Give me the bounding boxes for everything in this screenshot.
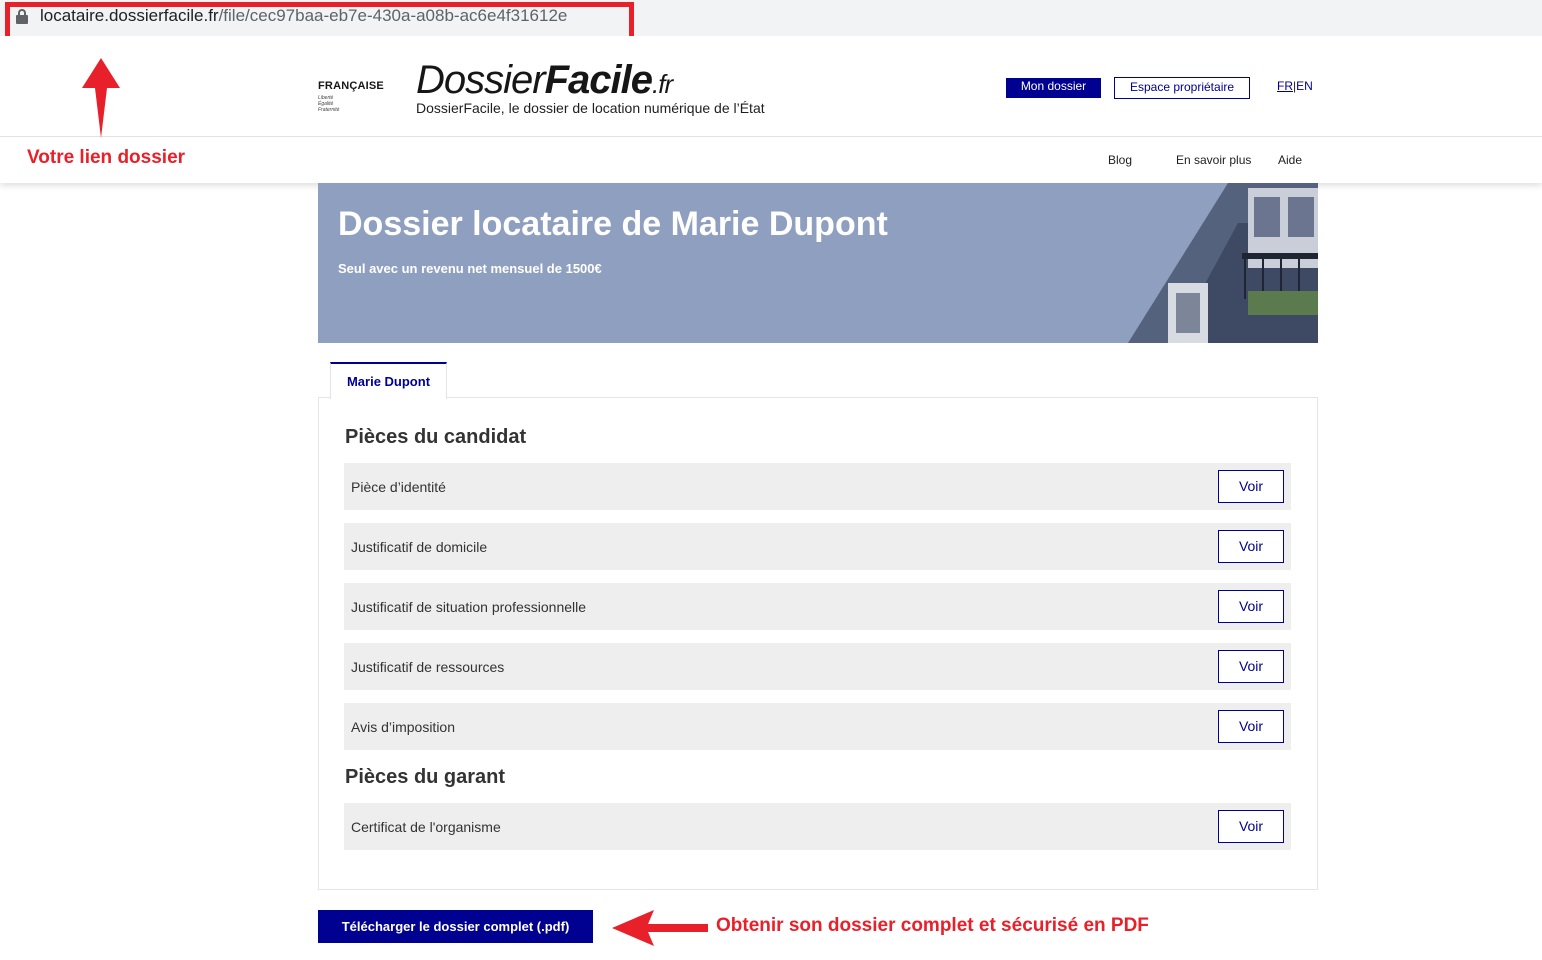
document-label: Justificatif de domicile bbox=[351, 539, 488, 555]
tab-marie-dupont[interactable]: Marie Dupont bbox=[330, 362, 447, 399]
document-row: Justificatif de situation professionnell… bbox=[344, 583, 1291, 630]
nav-aide[interactable]: Aide bbox=[1278, 153, 1302, 167]
voir-button[interactable]: Voir bbox=[1218, 530, 1284, 563]
annotation-arrow-up-icon bbox=[82, 58, 120, 138]
url-host: locataire.dossierfacile.fr bbox=[40, 6, 219, 25]
espace-proprietaire-button[interactable]: Espace propriétaire bbox=[1114, 77, 1250, 99]
document-row: Justificatif de ressources Voir bbox=[344, 643, 1291, 690]
gov-name: FRANÇAISE bbox=[318, 80, 384, 92]
building-illustration bbox=[1128, 183, 1318, 343]
lang-fr-link[interactable]: FR bbox=[1277, 79, 1293, 93]
page-title: Dossier locataire de Marie Dupont bbox=[338, 205, 888, 243]
language-switcher: FR|EN bbox=[1277, 79, 1313, 93]
voir-button[interactable]: Voir bbox=[1218, 470, 1284, 503]
gov-logo[interactable]: FRANÇAISE Liberté Égalité Fraternité bbox=[318, 80, 384, 113]
lang-en-link[interactable]: EN bbox=[1296, 79, 1313, 93]
annotation-link-label: Votre lien dossier bbox=[27, 147, 186, 168]
lock-icon[interactable] bbox=[16, 9, 28, 25]
annotation-pdf-label: Obtenir son dossier complet et sécurisé … bbox=[716, 915, 1149, 936]
document-label: Pièce d’identité bbox=[351, 479, 446, 495]
voir-button[interactable]: Voir bbox=[1218, 590, 1284, 623]
page-subtitle: Seul avec un revenu net mensuel de 1500€ bbox=[338, 261, 602, 276]
nav-en-savoir-plus[interactable]: En savoir plus bbox=[1176, 153, 1251, 167]
nav-blog[interactable]: Blog bbox=[1108, 153, 1132, 167]
document-label: Justificatif de situation professionnell… bbox=[351, 599, 587, 615]
document-label: Avis d’imposition bbox=[351, 719, 456, 735]
annotation-arrow-left-icon bbox=[612, 910, 708, 946]
download-pdf-button[interactable]: Télécharger le dossier complet (.pdf) bbox=[318, 910, 593, 943]
brand-logo[interactable]: DossierFacile.fr bbox=[416, 58, 673, 103]
document-row: Justificatif de domicile Voir bbox=[344, 523, 1291, 570]
section-title-candidat: Pièces du candidat bbox=[345, 426, 527, 448]
address-bar-url[interactable]: locataire.dossierfacile.fr/file/cec97baa… bbox=[40, 6, 567, 26]
site-header: FRANÇAISE Liberté Égalité Fraternité Dos… bbox=[0, 36, 1542, 137]
mon-dossier-button[interactable]: Mon dossier bbox=[1006, 78, 1101, 98]
document-row: Pièce d’identité Voir bbox=[344, 463, 1291, 510]
voir-button[interactable]: Voir bbox=[1218, 710, 1284, 743]
hero-banner: Dossier locataire de Marie Dupont Seul a… bbox=[318, 183, 1318, 343]
voir-button[interactable]: Voir bbox=[1218, 650, 1284, 683]
document-label: Justificatif de ressources bbox=[351, 659, 505, 675]
tagline: DossierFacile, le dossier de location nu… bbox=[416, 100, 765, 116]
document-row: Avis d’imposition Voir bbox=[344, 703, 1291, 750]
voir-button[interactable]: Voir bbox=[1218, 810, 1284, 843]
document-row: Certificat de l'organisme Voir bbox=[344, 803, 1291, 850]
document-label: Certificat de l'organisme bbox=[351, 819, 501, 835]
url-path: /file/cec97baa-eb7e-430a-a08b-ac6e4f3161… bbox=[218, 6, 568, 25]
main-nav: Blog En savoir plus Aide bbox=[0, 138, 1542, 183]
section-title-garant: Pièces du garant bbox=[345, 766, 506, 788]
gov-motto: Liberté Égalité Fraternité bbox=[318, 95, 340, 113]
